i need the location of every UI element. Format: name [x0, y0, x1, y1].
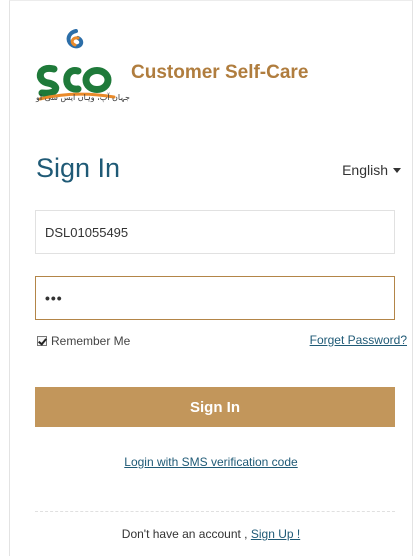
login-page: جہاں آپ، وہاں ایس سی او Customer Self-Ca… — [0, 0, 419, 556]
logo-swirl-icon — [66, 29, 84, 49]
divider — [35, 511, 395, 512]
caret-down-icon — [393, 167, 401, 173]
no-account-text: Don't have an account , — [121, 527, 248, 541]
app-title: Customer Self-Care — [131, 62, 309, 83]
sign-in-button-label: Sign In — [190, 398, 240, 416]
signup-row: Don't have an account , Sign Up ! — [10, 527, 412, 541]
password-field[interactable]: ••• — [35, 276, 395, 320]
sms-login-label: Login with SMS verification code — [124, 455, 298, 469]
username-field[interactable]: DSL01055495 — [35, 210, 395, 254]
sign-in-button[interactable]: Sign In — [35, 387, 395, 427]
username-value: DSL01055495 — [45, 224, 129, 240]
forgot-password-link[interactable]: Forget Password? — [310, 333, 407, 347]
language-selector[interactable]: English — [342, 162, 401, 178]
password-value: ••• — [45, 290, 63, 306]
remember-me-label: Remember Me — [51, 334, 131, 348]
sms-login-link[interactable]: Login with SMS verification code — [10, 455, 412, 469]
language-label: English — [342, 162, 388, 178]
login-card: جہاں آپ، وہاں ایس سی او Customer Self-Ca… — [9, 0, 413, 556]
logo-tagline: جہاں آپ، وہاں ایس سی او — [36, 93, 130, 102]
remember-me-checkbox[interactable] — [37, 336, 47, 346]
sign-up-link[interactable]: Sign Up ! — [251, 527, 300, 541]
page-title: Sign In — [36, 153, 121, 183]
remember-me[interactable]: Remember Me — [37, 334, 130, 348]
